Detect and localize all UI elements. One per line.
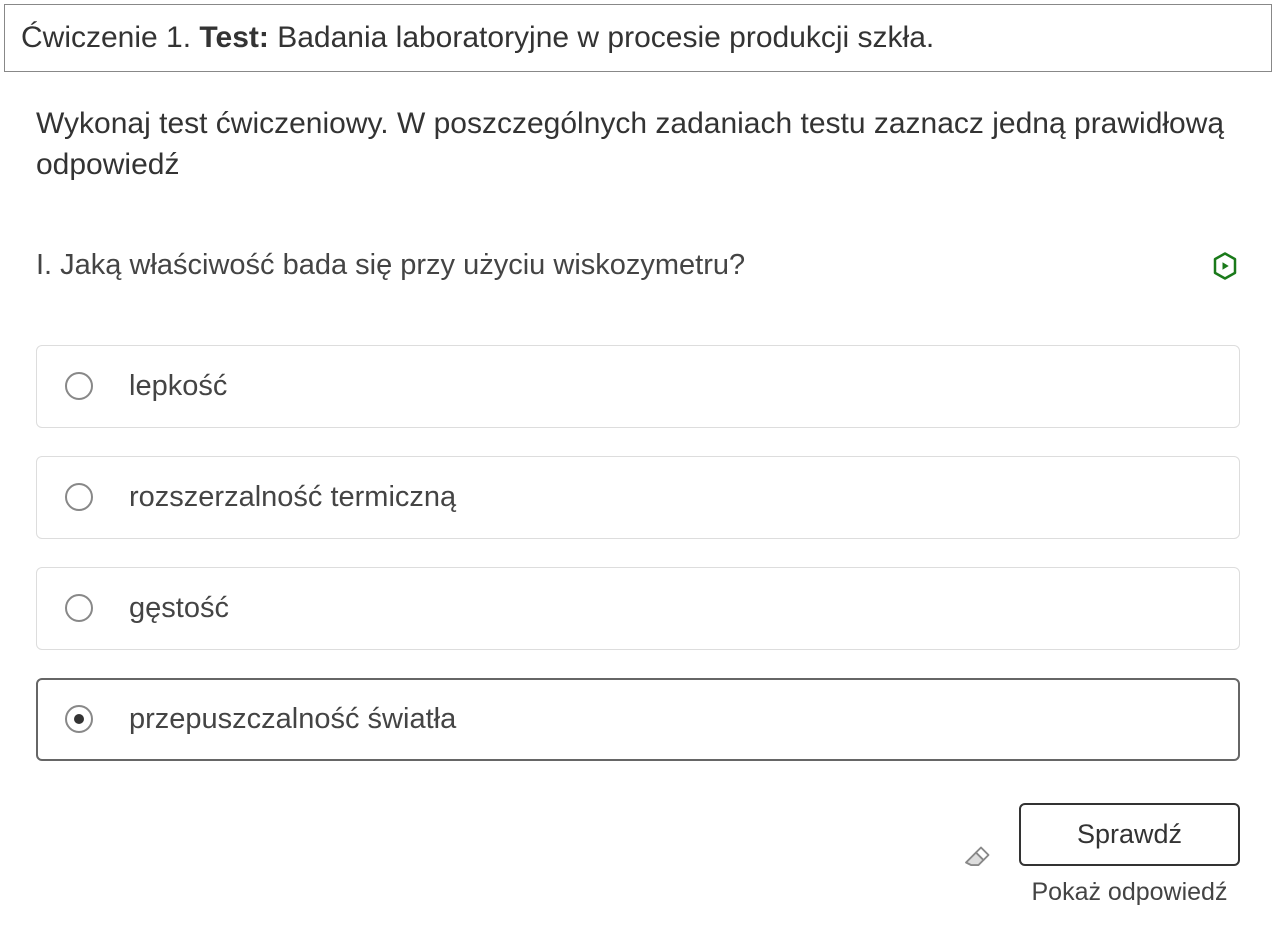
hexagon-check-icon [1210, 251, 1240, 281]
radio-icon [65, 705, 93, 733]
option-label: rozszerzalność termiczną [129, 481, 456, 514]
option-label: przepuszczalność światła [129, 703, 456, 736]
option-przepuszczalnosc[interactable]: przepuszczalność światła [36, 678, 1240, 761]
radio-icon [65, 372, 93, 400]
question-text: I. Jaką właściwość bada się przy użyciu … [36, 247, 765, 285]
test-title: Badania laboratoryjne w procesie produkc… [277, 21, 934, 54]
option-label: gęstość [129, 592, 229, 625]
content-area: Wykonaj test ćwiczeniowy. W poszczególny… [0, 72, 1276, 927]
instructions: Wykonaj test ćwiczeniowy. W poszczególny… [36, 104, 1240, 185]
footer-column: Sprawdź Pokaż odpowiedź [1019, 803, 1240, 907]
option-lepkosc[interactable]: lepkość [36, 345, 1240, 428]
radio-icon [65, 483, 93, 511]
check-button[interactable]: Sprawdź [1019, 803, 1240, 866]
show-answer-link[interactable]: Pokaż odpowiedź [1031, 878, 1227, 907]
option-gestosc[interactable]: gęstość [36, 567, 1240, 650]
exercise-header: Ćwiczenie 1. Test: Badania laboratoryjne… [4, 4, 1272, 72]
test-label: Test: [199, 21, 268, 54]
question-row: I. Jaką właściwość bada się przy użyciu … [36, 247, 1240, 285]
options-list: lepkość rozszerzalność termiczną gęstość… [36, 345, 1240, 761]
footer-controls: Sprawdź Pokaż odpowiedź [36, 803, 1240, 907]
option-rozszerzalnosc[interactable]: rozszerzalność termiczną [36, 456, 1240, 539]
radio-icon [65, 594, 93, 622]
eraser-icon[interactable] [961, 840, 991, 870]
exercise-number: Ćwiczenie 1. [21, 21, 191, 54]
option-label: lepkość [129, 370, 227, 403]
